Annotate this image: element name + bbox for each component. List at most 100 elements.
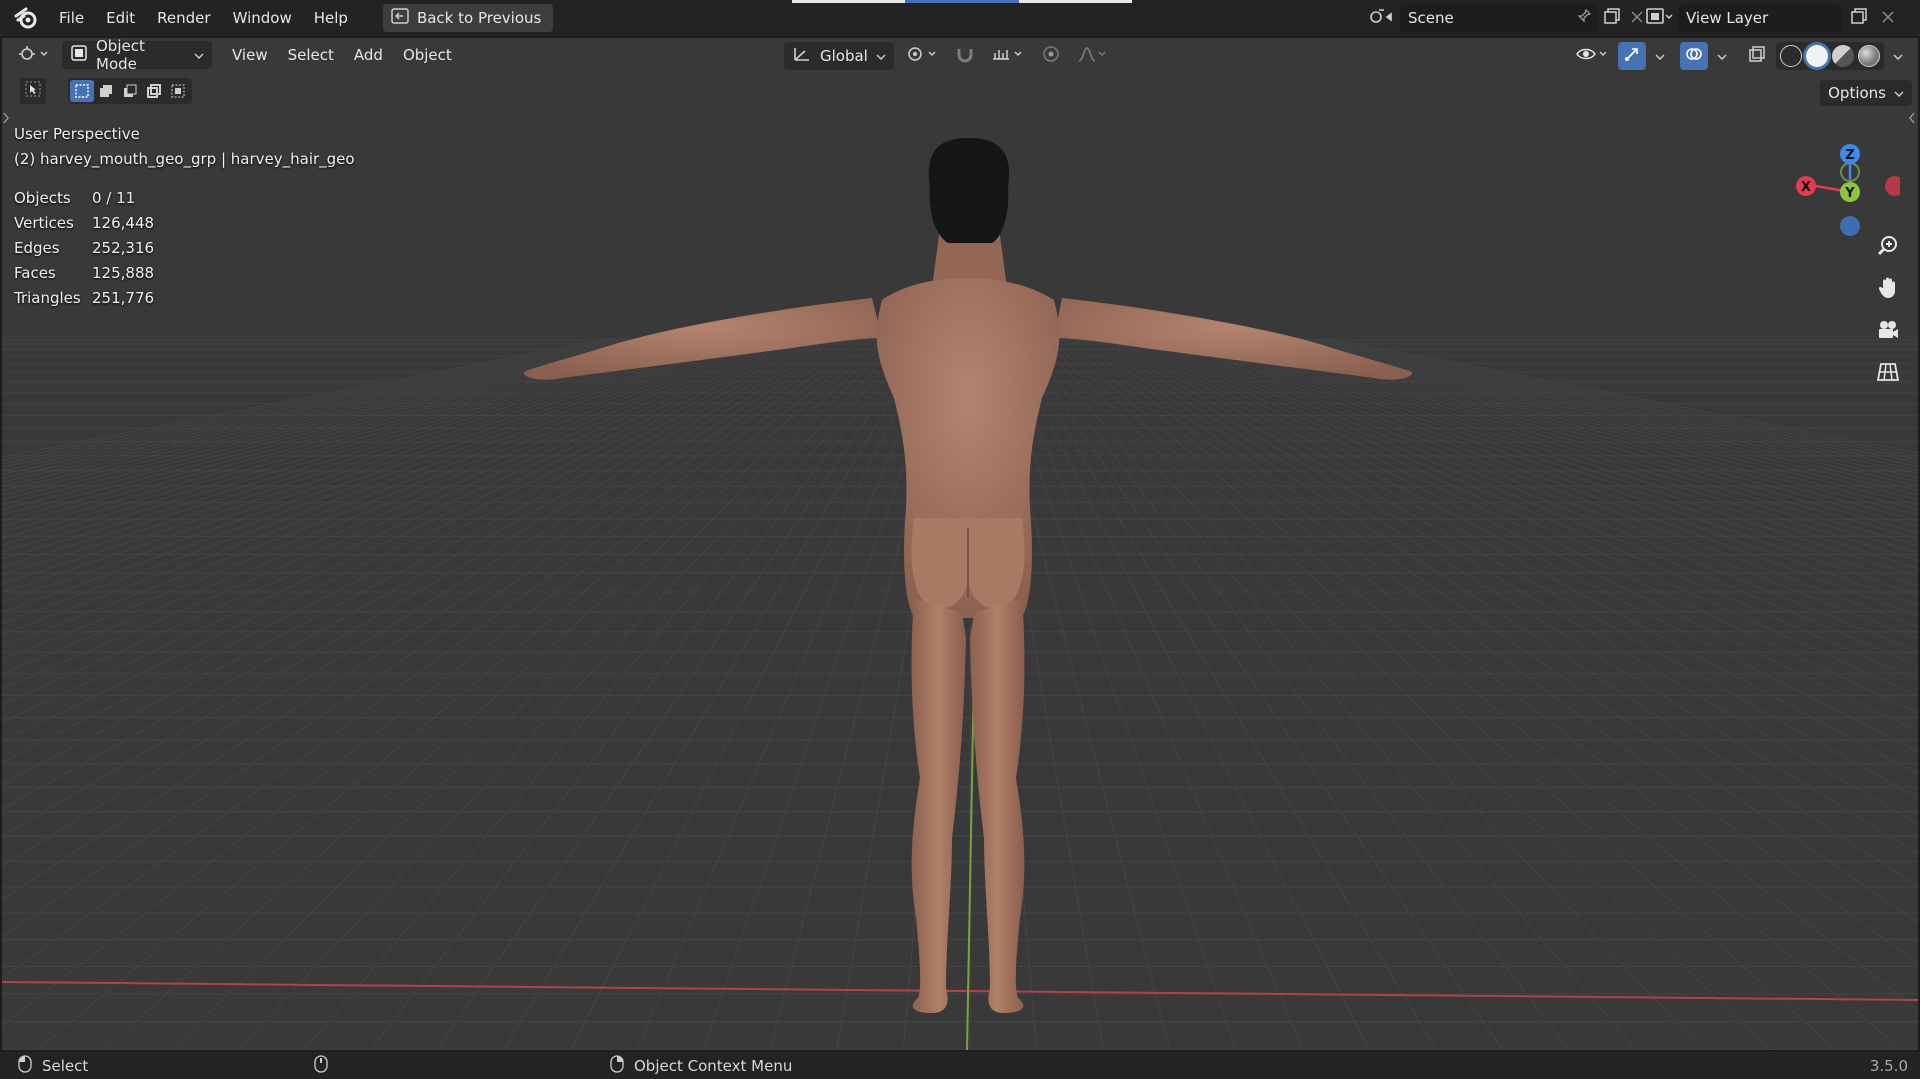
stat-label: Objects [14, 189, 71, 207]
proportional-edit-toggle[interactable] [1036, 42, 1066, 70]
menu-help[interactable]: Help [303, 4, 359, 32]
new-scene-button[interactable] [1598, 4, 1626, 32]
sidebar-expand-arrow[interactable] [1908, 110, 1916, 128]
zoom-button[interactable] [1872, 232, 1904, 264]
xray-icon [1748, 45, 1766, 67]
snap-toggle[interactable] [950, 42, 980, 70]
menu-window[interactable]: Window [222, 4, 303, 32]
status-context-menu-label: Object Context Menu [634, 1056, 793, 1075]
mouse-right-icon [610, 1054, 624, 1077]
viewport-editor-icon [17, 44, 51, 66]
menu-render[interactable]: Render [146, 4, 221, 32]
stat-row: Faces 125,888 [14, 261, 154, 286]
editor-type-button[interactable] [12, 41, 56, 69]
pivot-point-dropdown[interactable] [900, 42, 944, 70]
rendered-shading-icon[interactable] [1858, 45, 1880, 67]
new-view-layer-button[interactable] [1842, 4, 1876, 32]
menu-edit[interactable]: Edit [95, 4, 146, 32]
solid-shading-icon[interactable] [1806, 45, 1828, 67]
view-layer-browse-button[interactable] [1640, 4, 1678, 32]
gizmo-z-negative[interactable] [1840, 216, 1860, 236]
view-layer-name-field[interactable]: View Layer [1678, 4, 1842, 32]
navigation-gizmo[interactable]: Z X Y [1780, 120, 1900, 240]
scene-browse-button[interactable] [1364, 4, 1400, 32]
object-mode-label: Object Mode [96, 38, 145, 73]
scene-name: Scene [1408, 9, 1454, 27]
scene-name-field[interactable]: Scene [1400, 4, 1598, 32]
stat-row: Vertices 126,448 [14, 211, 154, 236]
select-tool-button[interactable] [20, 78, 46, 104]
visibility-dropdown[interactable] [1570, 42, 1614, 70]
blender-logo-icon[interactable] [10, 2, 42, 34]
gizmo-dropdown[interactable] [1650, 42, 1670, 70]
stat-row: Objects 0 / 11 [14, 186, 154, 211]
material-shading-icon[interactable] [1832, 45, 1854, 67]
object-mode-icon [70, 44, 88, 66]
gizmo-x-negative[interactable] [1885, 176, 1900, 196]
stat-label: Triangles [14, 289, 81, 307]
navigation-buttons [1872, 232, 1904, 390]
camera-view-button[interactable] [1872, 316, 1904, 348]
select-subtract-icon[interactable] [118, 80, 142, 102]
shading-dropdown[interactable] [1888, 42, 1908, 70]
right-leg [970, 598, 1025, 1013]
falloff-dropdown[interactable] [1072, 42, 1112, 70]
stat-row: Triangles 251,776 [14, 286, 154, 311]
tool-settings-row [20, 78, 192, 104]
3d-viewport[interactable]: Object Mode View Select Add Object Globa… [2, 38, 1918, 1050]
chevron-down-icon [1655, 47, 1665, 65]
gizmo-z-label: Z [1845, 148, 1854, 163]
mouse-middle-icon [314, 1054, 328, 1077]
workspace-tabs [792, 0, 1132, 3]
chevron-down-icon [1893, 47, 1903, 65]
ortho-toggle-button[interactable] [1872, 358, 1904, 390]
viewport-menu: View Select Add Object [222, 41, 462, 69]
wireframe-shading-icon[interactable] [1780, 45, 1802, 67]
select-extend-icon[interactable] [94, 80, 118, 102]
viewport-scene[interactable] [2, 38, 1918, 1050]
menu-view[interactable]: View [222, 41, 278, 69]
duplicate-icon [1603, 7, 1621, 29]
menu-object[interactable]: Object [393, 41, 462, 69]
chevron-down-icon [1717, 47, 1727, 65]
duplicate-icon [1850, 7, 1868, 29]
shading-mode-group [1776, 42, 1884, 70]
chevron-down-icon [876, 47, 886, 65]
workspace-tab[interactable] [792, 0, 906, 3]
mouse-left-icon [18, 1054, 32, 1077]
orientation-icon [792, 45, 812, 67]
pan-button[interactable] [1872, 274, 1904, 306]
overlays-toggle[interactable] [1680, 42, 1708, 70]
delete-view-layer-button[interactable] [1876, 4, 1900, 32]
pin-icon[interactable] [1576, 8, 1592, 28]
menu-select[interactable]: Select [278, 41, 344, 69]
gizmo-toggle[interactable] [1618, 42, 1646, 70]
select-difference-icon[interactable] [142, 80, 166, 102]
object-mode-dropdown[interactable]: Object Mode [62, 38, 212, 73]
workspace-tab[interactable] [1018, 0, 1132, 3]
viewport-display-tools [1570, 42, 1908, 70]
snap-target-dropdown[interactable] [986, 42, 1030, 70]
menu-add[interactable]: Add [344, 41, 393, 69]
xray-toggle[interactable] [1742, 42, 1772, 70]
stat-label: Edges [14, 239, 60, 257]
status-select-label: Select [42, 1056, 89, 1075]
pivot-icon [905, 45, 939, 67]
back-to-previous-label: Back to Previous [416, 9, 542, 27]
hand-icon [1876, 276, 1900, 304]
stat-value: 0 / 11 [92, 189, 136, 207]
status-middle-click [314, 1054, 328, 1077]
main-menu: File Edit Render Window Help [48, 4, 359, 32]
transform-orientation-dropdown[interactable]: Global [784, 42, 894, 70]
back-to-previous-button[interactable]: Back to Previous [382, 4, 554, 32]
workspace-tab-active[interactable] [905, 0, 1019, 3]
menu-file[interactable]: File [48, 4, 95, 32]
select-new-icon[interactable] [70, 80, 94, 102]
toolbar-expand-arrow[interactable] [2, 110, 10, 128]
options-dropdown[interactable]: Options [1820, 80, 1912, 106]
gizmo-icon [1623, 45, 1641, 67]
select-intersect-icon[interactable] [166, 80, 190, 102]
stat-value: 126,448 [92, 214, 155, 232]
transform-tools: Global [784, 42, 1112, 70]
overlays-dropdown[interactable] [1712, 42, 1732, 70]
